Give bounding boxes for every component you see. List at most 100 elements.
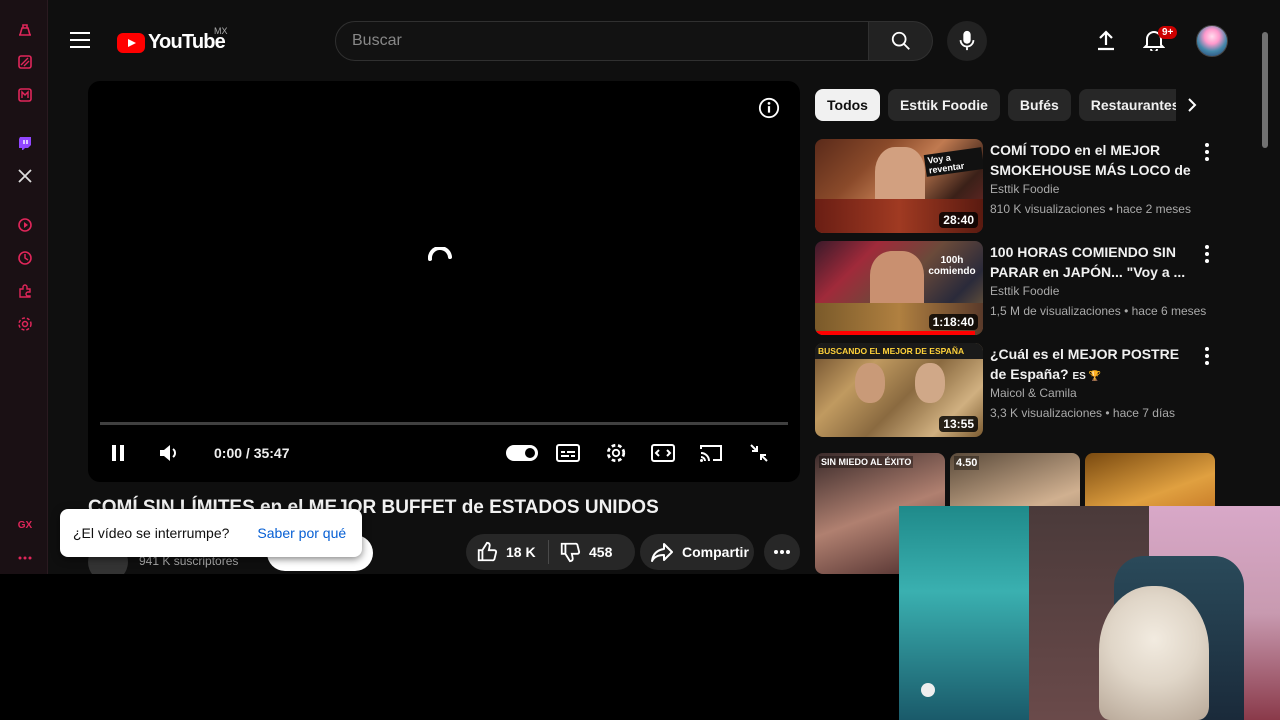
- thumbnail-caption: BUSCANDO EL MEJOR DE ESPAÑA: [818, 346, 965, 356]
- rec-title[interactable]: ¿Cuál es el MEJOR POSTRE de España? ES 🏆: [990, 344, 1195, 384]
- voice-search-button[interactable]: [947, 21, 987, 61]
- browser-sidebar: GX: [0, 0, 48, 574]
- search-button[interactable]: [869, 21, 933, 61]
- pause-icon: [112, 445, 124, 461]
- search-box: [335, 21, 869, 61]
- playback-issue-toast: ¿El vídeo se interrumpe? Saber por qué: [60, 509, 362, 557]
- thumbnail-person: [855, 363, 885, 403]
- thumbnail-caption: Voy a reventar: [923, 147, 983, 177]
- screen: GX YouTube MX 9+: [0, 0, 1280, 720]
- video-thumbnail[interactable]: BUSCANDO EL MEJOR DE ESPAÑA 13:55: [815, 343, 983, 437]
- webcam-shelf: [899, 506, 1029, 720]
- watch-progress-bar: [815, 331, 975, 335]
- recommendation-item[interactable]: BUSCANDO EL MEJOR DE ESPAÑA 13:55 ¿Cuál …: [815, 343, 1235, 437]
- notification-badge: 9+: [1158, 26, 1178, 39]
- filter-chips: Todos Esttik Foodie Bufés Restaurantes: [815, 89, 1235, 121]
- player-icon[interactable]: [15, 215, 35, 235]
- cast-button[interactable]: [697, 431, 725, 475]
- chips-next-button[interactable]: [1176, 89, 1208, 121]
- rec-channel[interactable]: Esttik Foodie: [990, 182, 1059, 196]
- share-button[interactable]: Compartir: [640, 534, 754, 570]
- rec-title[interactable]: COMÍ TODO en el MEJOR SMOKEHOUSE MÁS LOC…: [990, 140, 1195, 180]
- volume-icon: [160, 445, 176, 461]
- video-duration: 1:18:40: [928, 314, 978, 330]
- upload-button[interactable]: [1092, 26, 1120, 54]
- webcam-cat-avatar: [1099, 586, 1209, 720]
- video-duration: 13:55: [939, 416, 978, 432]
- video-thumbnail[interactable]: 100h comiendo 1:18:40: [815, 241, 983, 335]
- chip-bufes[interactable]: Bufés: [1007, 89, 1071, 121]
- rec-channel[interactable]: Esttik Foodie: [990, 284, 1059, 298]
- settings-button[interactable]: [602, 431, 630, 475]
- volume-button[interactable]: [154, 431, 184, 475]
- chip-all[interactable]: Todos: [815, 89, 880, 121]
- like-button[interactable]: 18 K: [466, 534, 548, 570]
- share-icon: [651, 543, 673, 562]
- theater-mode-button[interactable]: [649, 431, 677, 475]
- dislike-button[interactable]: 458: [549, 534, 612, 570]
- more-vertical-icon[interactable]: [1203, 143, 1211, 161]
- twitch-icon[interactable]: [15, 133, 35, 153]
- rec-title-suffix: ES 🏆: [1072, 371, 1102, 382]
- cast-icon: [700, 445, 722, 462]
- rec-title[interactable]: 100 HORAS COMIENDO SIN PARAR en JAPÓN...…: [990, 242, 1195, 282]
- short-caption: SIN MIEDO AL ÉXITO: [819, 456, 914, 468]
- info-icon[interactable]: [758, 97, 780, 119]
- youtube-page: YouTube MX 9+: [48, 4, 1280, 574]
- chip-esttik-foodie[interactable]: Esttik Foodie: [887, 89, 1000, 121]
- more-icon[interactable]: [15, 548, 35, 568]
- thumbnail-person: [870, 251, 924, 311]
- more-horizontal-icon: [774, 550, 790, 554]
- history-icon[interactable]: [15, 248, 35, 268]
- extensions-icon[interactable]: [15, 281, 35, 301]
- thumbs-up-icon: [477, 541, 498, 562]
- gx-corner-icon[interactable]: [15, 52, 35, 72]
- learn-why-link[interactable]: Saber por qué: [257, 525, 346, 541]
- thumbnail-caption: 100h comiendo: [928, 255, 976, 277]
- like-count: 18 K: [506, 544, 536, 560]
- subtitles-button[interactable]: [554, 431, 582, 475]
- thumbnail-person: [915, 363, 945, 403]
- pause-button[interactable]: [104, 431, 132, 475]
- toast-question: ¿El vídeo se interrumpe?: [73, 525, 230, 541]
- video-player[interactable]: 0:00 / 35:47: [88, 81, 800, 482]
- x-icon[interactable]: [15, 166, 35, 186]
- chip-restaurantes[interactable]: Restaurantes: [1078, 89, 1192, 121]
- youtube-play-icon: [117, 32, 145, 53]
- share-label: Compartir: [682, 544, 749, 560]
- account-avatar[interactable]: [1196, 25, 1228, 57]
- rec-channel[interactable]: Maicol & Camila: [990, 386, 1077, 400]
- fullscreen-exit-button[interactable]: [745, 431, 773, 475]
- gx-label[interactable]: GX: [15, 515, 35, 535]
- more-vertical-icon[interactable]: [1203, 245, 1211, 263]
- fullscreen-icon: [750, 444, 768, 462]
- progress-bar[interactable]: [100, 422, 788, 425]
- like-dislike-group: 18 K 458: [466, 534, 635, 570]
- short-caption: 4.50: [954, 456, 980, 470]
- country-code: MX: [214, 26, 228, 36]
- gx-controls-icon[interactable]: [15, 20, 35, 40]
- webcam-overlay: [899, 506, 1280, 720]
- settings-icon[interactable]: [15, 314, 35, 334]
- video-thumbnail[interactable]: Voy a reventar 28:40: [815, 139, 983, 233]
- search-icon: [891, 31, 910, 50]
- rec-meta: 810 K visualizaciones • hace 2 meses: [990, 202, 1191, 216]
- menu-icon[interactable]: [70, 32, 90, 48]
- subtitles-icon: [556, 444, 580, 462]
- more-actions-button[interactable]: [764, 534, 800, 570]
- chevron-right-icon: [1188, 98, 1197, 112]
- gear-icon: [606, 443, 626, 463]
- autoplay-toggle[interactable]: [506, 445, 538, 461]
- more-vertical-icon[interactable]: [1203, 347, 1211, 365]
- rec-meta: 3,3 K visualizaciones • hace 7 días: [990, 406, 1175, 420]
- youtube-logo[interactable]: YouTube MX: [117, 26, 228, 54]
- loading-spinner-icon: [428, 247, 452, 261]
- player-controls: 0:00 / 35:47: [88, 431, 800, 477]
- recommendation-item[interactable]: Voy a reventar 28:40 COMÍ TODO en el MEJ…: [815, 139, 1235, 233]
- dislike-count: 458: [589, 544, 613, 560]
- search-input[interactable]: [352, 32, 868, 50]
- recommendation-item[interactable]: 100h comiendo 1:18:40 100 HORAS COMIENDO…: [815, 241, 1235, 335]
- user-icon: [921, 683, 935, 697]
- page-scrollbar[interactable]: [1262, 32, 1268, 148]
- gx-mail-icon[interactable]: [15, 85, 35, 105]
